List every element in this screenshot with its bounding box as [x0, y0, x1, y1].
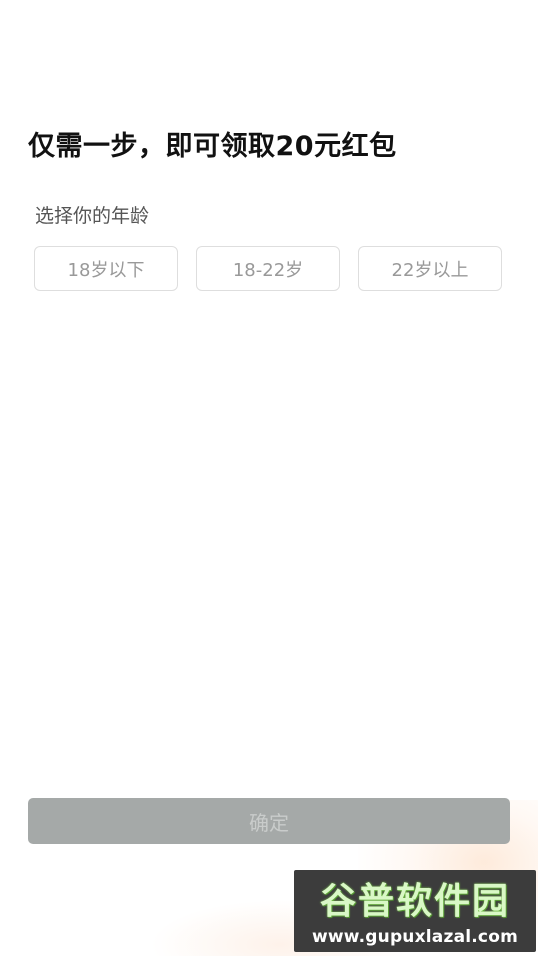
age-option-under-18[interactable]: 18岁以下: [34, 246, 178, 291]
age-section-label: 选择你的年龄: [35, 205, 150, 227]
watermark-name: 谷普软件园: [319, 881, 510, 922]
age-option-18-22[interactable]: 18-22岁: [196, 246, 340, 291]
watermark-logo: 谷普软件园 www.gupuxlazal.com: [294, 870, 536, 952]
age-option-over-22[interactable]: 22岁以上: [358, 246, 502, 291]
confirm-button[interactable]: 确定: [28, 798, 510, 844]
watermark-url: www.gupuxlazal.com: [311, 927, 518, 947]
page-title: 仅需一步，即可领取20元红包: [28, 131, 397, 162]
age-options-group: 18岁以下 18-22岁 22岁以上: [34, 246, 503, 291]
